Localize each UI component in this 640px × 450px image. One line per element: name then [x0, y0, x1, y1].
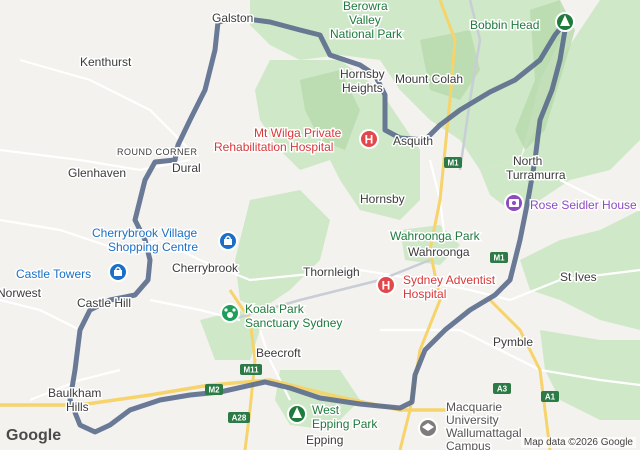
svg-text:A28: A28: [232, 414, 247, 423]
place-rose-seidler: Rose Seidler House: [530, 198, 637, 212]
place-macquarie: Macquarie: [446, 400, 502, 414]
poi-hospital-icon[interactable]: H: [359, 129, 379, 149]
place-castle-towers: Castle Towers: [16, 267, 91, 281]
svg-text:M1: M1: [493, 254, 505, 263]
place-hornsby: Hornsby: [360, 192, 405, 206]
place-berowra-valley: Berowra: [343, 0, 388, 13]
shield-m1: M1: [444, 157, 462, 168]
place-st-ives: St Ives: [560, 270, 597, 284]
place-north-turramurra: North: [513, 154, 542, 168]
place-sydney-adventist-2: Hospital: [403, 287, 446, 301]
place-galston: Galston: [212, 11, 253, 25]
place-cherrybrook-village: Cherrybrook Village: [92, 226, 197, 240]
map-canvas[interactable]: Galston Berowra Valley National Park Bob…: [0, 0, 640, 450]
poi-university-icon[interactable]: [418, 418, 438, 438]
place-pymble: Pymble: [493, 335, 533, 349]
place-dural: Dural: [172, 161, 201, 175]
place-west-epping: West: [312, 403, 340, 417]
place-bobbin-head: Bobbin Head: [470, 18, 539, 32]
place-mt-wilga: Mt Wilga Private: [254, 126, 342, 140]
place-glenhaven: Glenhaven: [68, 166, 126, 180]
shield-a1: A1: [541, 391, 559, 402]
poi-bobbin-head-marker[interactable]: [555, 12, 575, 32]
place-west-epping-2: Epping Park: [312, 417, 378, 431]
place-hornsby-heights-2: Heights: [342, 81, 383, 95]
shield-m11: M11: [240, 364, 262, 375]
poi-hospital-icon[interactable]: H: [376, 275, 396, 295]
place-mount-colah: Mount Colah: [395, 72, 463, 86]
place-berowra-valley-3: National Park: [330, 27, 403, 41]
map-attribution[interactable]: Map data ©2026 Google: [520, 437, 636, 448]
place-wahroonga: Wahroonga: [408, 245, 470, 259]
place-asquith: Asquith: [393, 134, 433, 148]
poi-park-icon[interactable]: [287, 404, 307, 424]
svg-text:A3: A3: [497, 385, 508, 394]
shield-a3: A3: [493, 383, 511, 394]
place-wahroonga-park: Wahroonga Park: [390, 229, 481, 243]
shield-a28: A28: [228, 412, 250, 423]
poi-shopping-icon[interactable]: [108, 262, 128, 282]
shield-m2: M2: [205, 384, 223, 395]
svg-text:M2: M2: [208, 386, 220, 395]
place-sydney-adventist: Sydney Adventist: [403, 273, 496, 287]
place-norwest: Norwest: [0, 286, 42, 300]
svg-text:M11: M11: [243, 366, 259, 375]
poi-shopping-icon[interactable]: [218, 231, 238, 251]
place-castle-hill: Castle Hill: [77, 296, 131, 310]
shield-m1: M1: [490, 252, 508, 263]
place-koala-park-2: Sanctuary Sydney: [245, 316, 342, 330]
place-baulkham-hills-2: Hills: [66, 400, 89, 414]
place-macquarie-4: Campus: [446, 439, 491, 450]
place-berowra-valley-2: Valley: [349, 13, 381, 27]
place-kenthurst: Kenthurst: [80, 55, 132, 69]
svg-text:H: H: [365, 133, 374, 147]
place-hornsby-heights: Hornsby: [340, 67, 385, 81]
place-cherrybrook-village-2: Shopping Centre: [108, 240, 198, 254]
place-epping: Epping: [306, 433, 343, 447]
place-macquarie-3: Wallumattagal: [446, 426, 522, 440]
google-logo-text: Google: [6, 427, 62, 444]
poi-zoo-icon[interactable]: [220, 303, 240, 323]
place-cherrybrook: Cherrybrook: [172, 261, 239, 275]
place-north-turramurra-2: Turramurra: [506, 168, 566, 182]
place-mt-wilga-2: Rehabilitation Hospital: [214, 140, 333, 154]
place-beecroft: Beecroft: [256, 346, 301, 360]
place-thornleigh: Thornleigh: [303, 265, 360, 279]
svg-text:A1: A1: [545, 393, 556, 402]
google-logo: Google: [6, 427, 61, 445]
svg-text:M1: M1: [447, 159, 459, 168]
place-round-corner: ROUND CORNER: [117, 147, 198, 157]
place-baulkham-hills: Baulkham: [48, 386, 101, 400]
place-macquarie-2: University: [446, 413, 499, 427]
svg-text:H: H: [382, 279, 391, 293]
poi-museum-icon[interactable]: [504, 193, 524, 213]
place-koala-park: Koala Park: [245, 302, 305, 316]
